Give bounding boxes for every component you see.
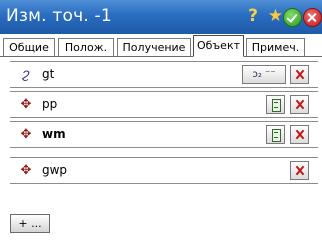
- point-feature-icon: ✥: [20, 163, 32, 178]
- object-name: wm: [42, 127, 66, 141]
- title-bar: Изм. точ. -1 ? ★: [0, 0, 322, 34]
- attributes-icon[interactable]: [266, 95, 285, 114]
- point-feature-icon: ✥: [20, 97, 32, 112]
- list-item[interactable]: ✥ gwp: [10, 157, 318, 184]
- window: Изм. точ. -1 ? ★ Общие Полож. Получение …: [0, 0, 322, 244]
- delete-icon[interactable]: [290, 125, 309, 144]
- delete-icon[interactable]: [290, 161, 309, 180]
- tab-acquisition[interactable]: Получение: [117, 38, 191, 56]
- tab-general[interactable]: Общие: [3, 38, 55, 56]
- object-name: pp: [42, 97, 58, 111]
- tab-notes[interactable]: Примеч.: [246, 38, 305, 56]
- delete-icon[interactable]: [290, 95, 309, 114]
- object-name: gwp: [42, 163, 68, 177]
- tab-position[interactable]: Полож.: [58, 38, 114, 56]
- object-name: gt: [42, 67, 55, 81]
- favorite-icon[interactable]: ★: [267, 8, 284, 25]
- delete-icon[interactable]: [290, 65, 309, 84]
- window-title: Изм. точ. -1: [6, 6, 112, 26]
- attributes-icon[interactable]: [266, 125, 285, 144]
- line-feature-icon: ϩ: [22, 67, 30, 82]
- point-feature-icon: ✥: [20, 127, 32, 142]
- list-item[interactable]: ✥ pp: [10, 91, 318, 118]
- ok-icon[interactable]: [283, 8, 302, 27]
- add-object-button[interactable]: + ...: [10, 214, 50, 233]
- list-item[interactable]: ✥ wm: [10, 121, 318, 148]
- help-icon[interactable]: ?: [246, 8, 260, 25]
- line-style-button[interactable]: ͻ₂ ⁻⁻: [242, 65, 286, 84]
- list-item[interactable]: ϩ gt ͻ₂ ⁻⁻: [10, 61, 318, 88]
- tab-object[interactable]: Объект: [193, 35, 244, 57]
- close-icon[interactable]: [303, 8, 322, 27]
